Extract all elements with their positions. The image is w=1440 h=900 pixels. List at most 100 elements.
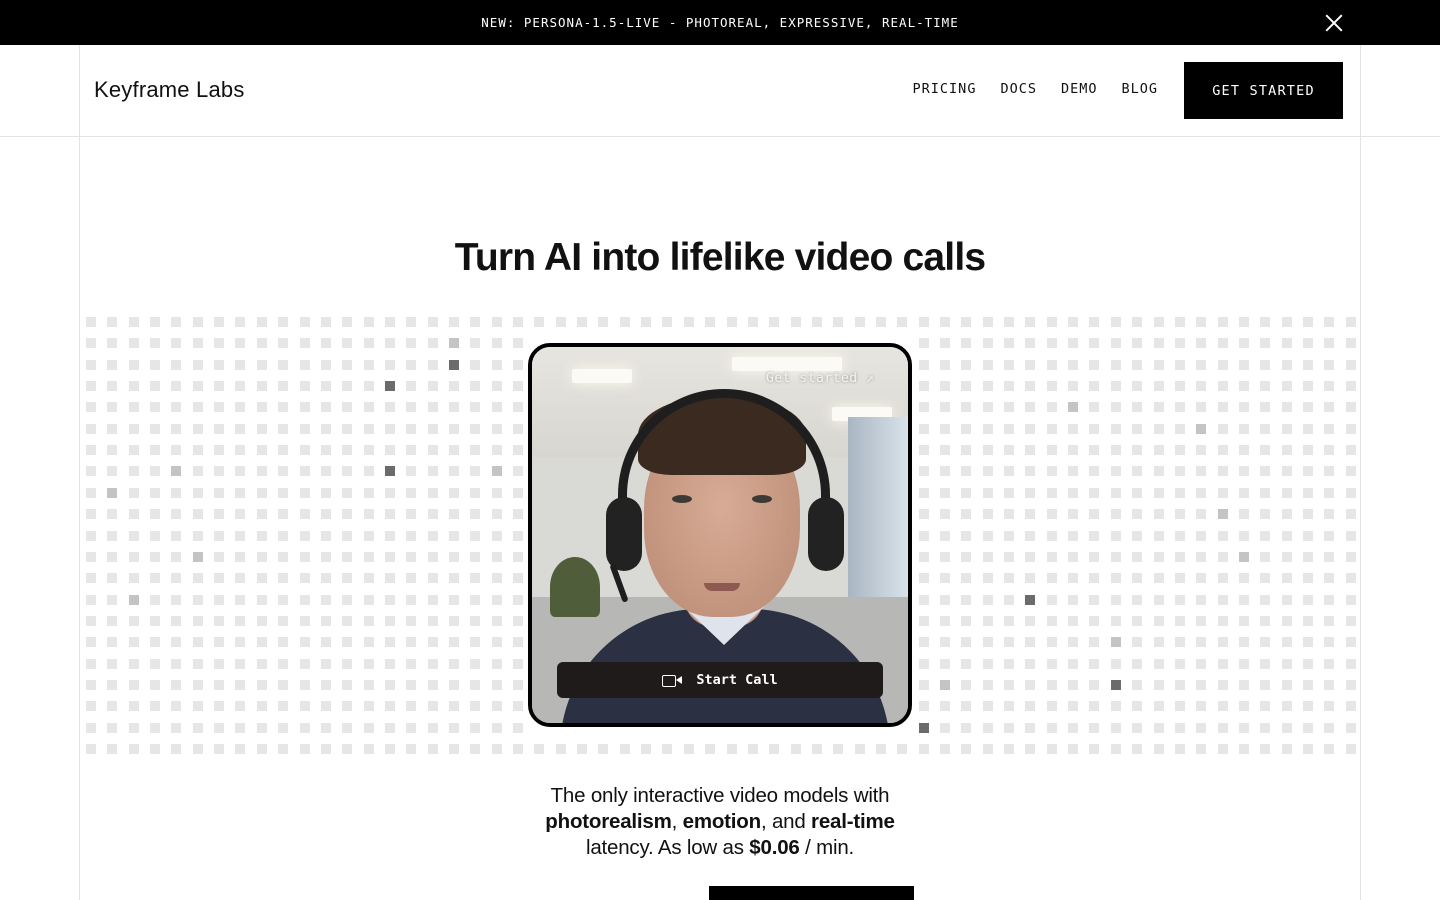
grid-dot xyxy=(1154,573,1164,583)
grid-dot xyxy=(1324,381,1334,391)
grid-dot xyxy=(129,402,139,412)
grid-dot xyxy=(1239,637,1249,647)
grid-dot xyxy=(86,680,96,690)
grid-dot xyxy=(513,509,523,519)
grid-dot xyxy=(364,744,374,754)
grid-dot xyxy=(86,338,96,348)
video-call-preview[interactable]: Get started ↗ Start Call xyxy=(528,343,912,727)
grid-dot xyxy=(235,573,245,583)
grid-dot xyxy=(129,381,139,391)
grid-dot xyxy=(1175,637,1185,647)
grid-dot xyxy=(492,595,502,605)
grid-dot xyxy=(214,381,224,391)
grid-dot xyxy=(1132,402,1142,412)
grid-dot xyxy=(406,424,416,434)
grid-dot xyxy=(1004,637,1014,647)
grid-dot xyxy=(1175,488,1185,498)
grid-dot xyxy=(983,509,993,519)
grid-dot xyxy=(321,723,331,733)
grid-dot xyxy=(1324,552,1334,562)
grid-dot xyxy=(171,744,181,754)
grid-dot xyxy=(193,723,203,733)
hero-primary-button[interactable] xyxy=(709,886,914,900)
grid-dot xyxy=(961,659,971,669)
grid-dot xyxy=(1239,680,1249,690)
grid-dot xyxy=(1175,381,1185,391)
grid-dot xyxy=(1089,531,1099,541)
grid-dot xyxy=(385,680,395,690)
grid-dot xyxy=(193,317,203,327)
grid-dot xyxy=(1346,659,1356,669)
grid-dot xyxy=(385,466,395,476)
grid-dot xyxy=(235,445,245,455)
grid-dot xyxy=(1132,701,1142,711)
grid-dot xyxy=(769,317,779,327)
grid-dot xyxy=(406,531,416,541)
grid-dot xyxy=(193,573,203,583)
grid-dot xyxy=(214,509,224,519)
grid-dot xyxy=(1239,317,1249,327)
grid-dot xyxy=(1111,701,1121,711)
grid-dot xyxy=(406,509,416,519)
grid-dot xyxy=(235,595,245,605)
grid-dot xyxy=(1025,509,1035,519)
grid-dot xyxy=(470,338,480,348)
grid-dot xyxy=(492,616,502,626)
grid-dot xyxy=(321,445,331,455)
grid-dot xyxy=(86,466,96,476)
grid-dot xyxy=(406,445,416,455)
grid-dot xyxy=(214,531,224,541)
grid-dot xyxy=(428,466,438,476)
grid-dot xyxy=(1218,466,1228,476)
grid-dot xyxy=(300,552,310,562)
grid-dot xyxy=(1239,509,1249,519)
grid-dot xyxy=(1282,595,1292,605)
grid-dot xyxy=(1303,381,1313,391)
grid-dot xyxy=(107,701,117,711)
grid-dot xyxy=(983,573,993,583)
grid-dot xyxy=(257,723,267,733)
grid-dot xyxy=(364,701,374,711)
start-call-button[interactable]: Start Call xyxy=(557,662,883,698)
grid-dot xyxy=(919,595,929,605)
grid-dot xyxy=(1346,445,1356,455)
grid-dot xyxy=(257,531,267,541)
grid-dot xyxy=(1154,701,1164,711)
grid-dot xyxy=(171,531,181,541)
grid-dot xyxy=(342,338,352,348)
grid-dot xyxy=(321,744,331,754)
grid-dot xyxy=(961,552,971,562)
grid-dot xyxy=(171,680,181,690)
grid-dot xyxy=(1324,531,1334,541)
grid-dot xyxy=(1154,424,1164,434)
grid-dot xyxy=(86,744,96,754)
grid-dot xyxy=(300,509,310,519)
grid-dot xyxy=(214,744,224,754)
grid-dot xyxy=(278,659,288,669)
grid-dot xyxy=(598,744,608,754)
grid-dot xyxy=(364,466,374,476)
grid-dot xyxy=(107,573,117,583)
grid-dot xyxy=(1175,723,1185,733)
grid-dot xyxy=(1282,637,1292,647)
grid-dot xyxy=(129,360,139,370)
grid-dot xyxy=(86,531,96,541)
grid-dot xyxy=(428,424,438,434)
grid-dot xyxy=(193,488,203,498)
grid-dot xyxy=(513,402,523,412)
get-started-link[interactable]: Get started ↗ xyxy=(766,371,874,386)
grid-dot xyxy=(1303,616,1313,626)
grid-dot xyxy=(1303,424,1313,434)
grid-dot xyxy=(107,723,117,733)
grid-dot xyxy=(1047,509,1057,519)
grid-dot xyxy=(1089,595,1099,605)
grid-dot xyxy=(150,381,160,391)
grid-dot xyxy=(86,381,96,391)
grid-dot xyxy=(385,317,395,327)
grid-dot xyxy=(470,701,480,711)
grid-dot xyxy=(1324,659,1334,669)
grid-dot xyxy=(1303,360,1313,370)
grid-dot xyxy=(470,659,480,669)
grid-dot xyxy=(171,424,181,434)
grid-dot xyxy=(1025,338,1035,348)
